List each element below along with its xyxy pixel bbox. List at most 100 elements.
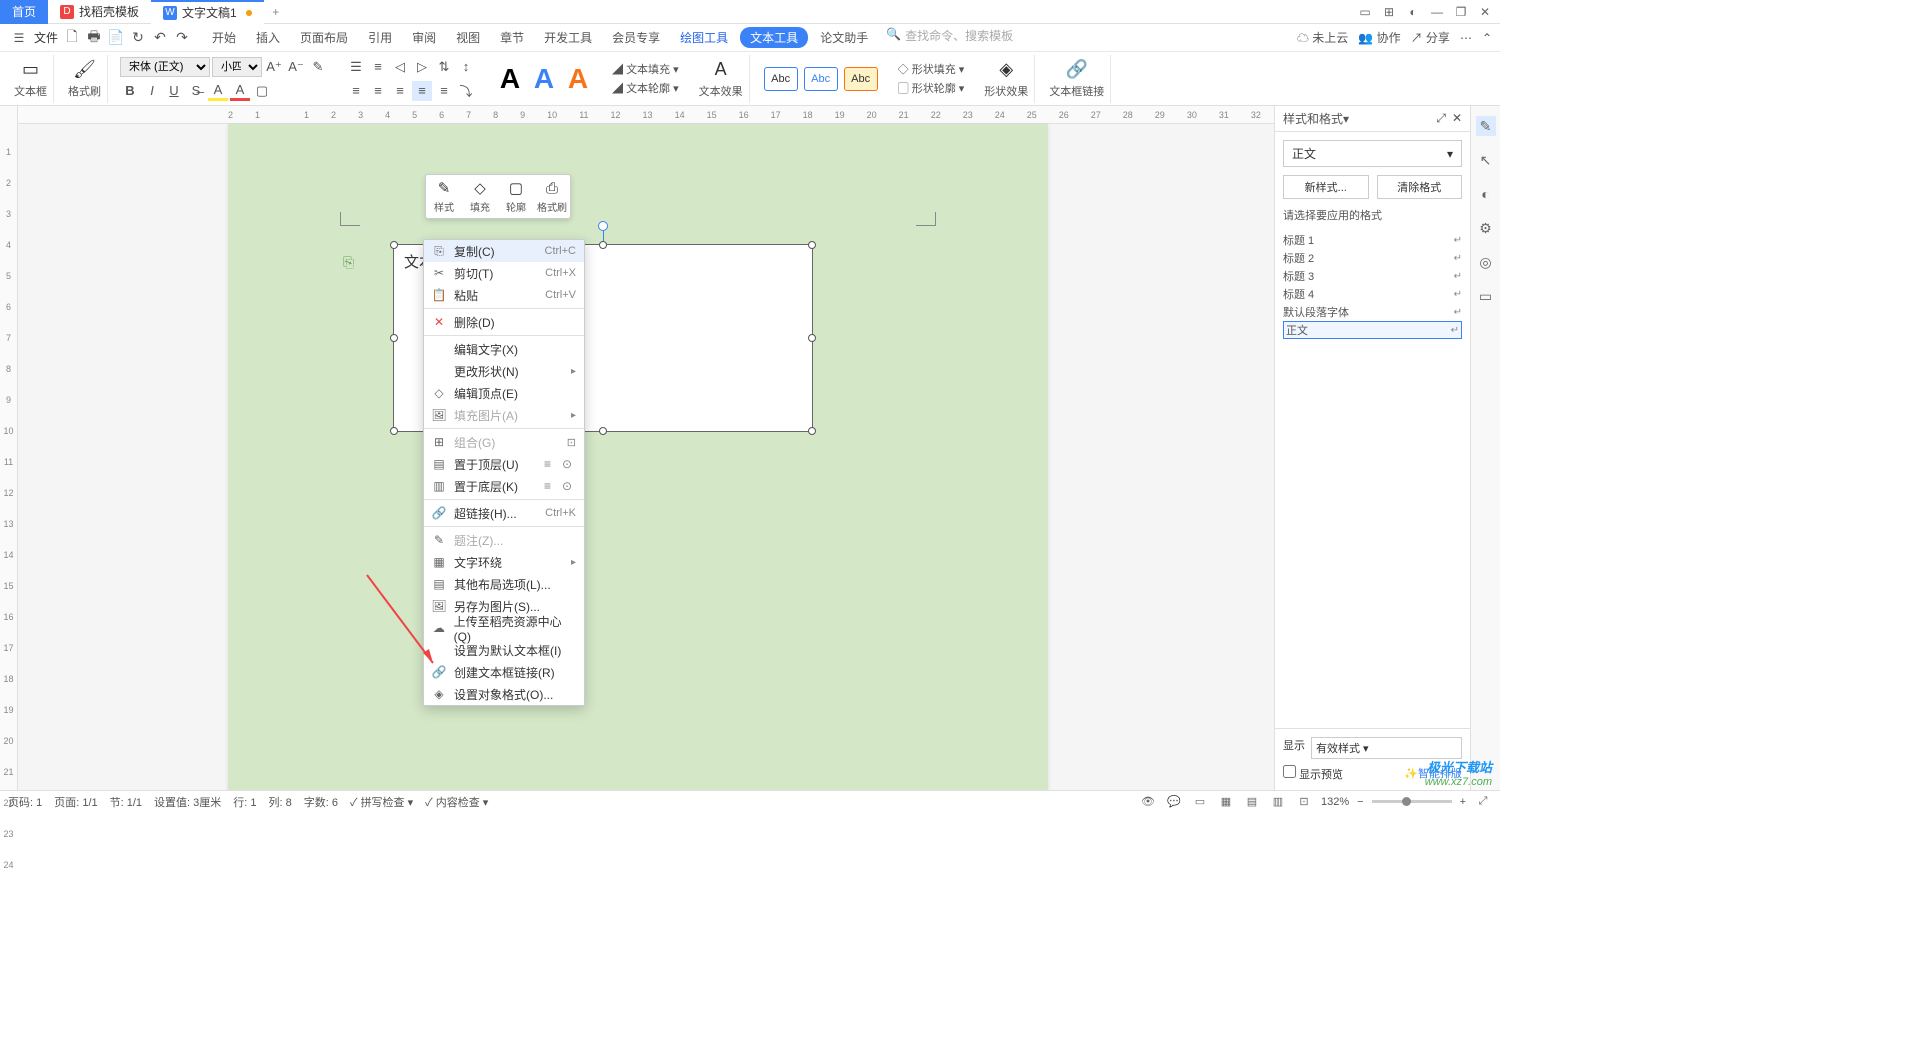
shape-outline-button[interactable]: ▢ 形状轮廓 ▾ [898, 80, 965, 96]
tab-layout[interactable]: 页面布局 [292, 27, 356, 48]
style-orange-a[interactable]: A [564, 63, 592, 95]
refresh-icon[interactable]: ↻ [128, 28, 148, 48]
handle-l[interactable] [390, 334, 398, 342]
minimize-button[interactable]: — [1426, 1, 1448, 23]
rb-target-icon[interactable]: ◎ [1476, 252, 1496, 272]
italic-button[interactable]: I [142, 81, 162, 101]
font-color-button[interactable]: A [230, 81, 250, 101]
undo-icon[interactable]: ↶ [150, 28, 170, 48]
document-area[interactable]: 2112345678910111213141516171819202122232… [18, 106, 1274, 790]
font-name-select[interactable]: 宋体 (正文) [120, 57, 210, 77]
sort-button[interactable]: ↕ [456, 57, 476, 77]
shape-fill-button[interactable]: ◇ 形状填充 ▾ [898, 61, 965, 77]
ctx-[interactable]: ▦文字环绕▸ [424, 551, 584, 573]
preview-icon[interactable]: 📄 [106, 28, 126, 48]
sb-view3-icon[interactable]: ▤ [1243, 793, 1261, 811]
numbering-button[interactable]: ≡ [368, 57, 388, 77]
ctx-R[interactable]: 🔗创建文本框链接(R) [424, 661, 584, 683]
group-textbox-link[interactable]: 🔗 文本框链接 [1043, 55, 1111, 103]
tab-reference[interactable]: 引用 [360, 27, 400, 48]
style-标题 3[interactable]: 标题 3↵ [1283, 267, 1462, 285]
tab-draw-tools[interactable]: 绘图工具 [672, 27, 736, 48]
font-size-select[interactable]: 小四 [212, 57, 262, 77]
ft-brush[interactable]: ⎙格式刷 [534, 175, 570, 218]
clear-format-icon[interactable]: ✎ [308, 57, 328, 77]
ctx-D[interactable]: ✕删除(D) [424, 311, 584, 333]
tab-review[interactable]: 审阅 [404, 27, 444, 48]
sb-view1-icon[interactable]: ▭ [1191, 793, 1209, 811]
highlight-button[interactable]: A [208, 81, 228, 101]
print-icon[interactable]: 🖶 [84, 28, 104, 48]
sb-fit-icon[interactable]: ⊡ [1295, 793, 1313, 811]
tab-template[interactable]: D 找稻壳模板 [48, 0, 151, 24]
bold-button[interactable]: B [120, 81, 140, 101]
tab-thesis[interactable]: 论文助手 [812, 27, 876, 48]
collab-button[interactable]: 👥 协作 [1358, 29, 1400, 46]
sb-zoom-in[interactable]: + [1460, 796, 1466, 808]
new-style-button[interactable]: 新样式... [1283, 175, 1369, 199]
ctx-L[interactable]: ▤其他布局选项(L)... [424, 573, 584, 595]
tab-document[interactable]: W 文字文稿1 [151, 0, 264, 24]
ctx-X[interactable]: 编辑文字(X) [424, 338, 584, 360]
ctx-[interactable]: 📋粘贴Ctrl+V [424, 284, 584, 306]
abc-preset-2[interactable]: Abc [804, 67, 838, 91]
page[interactable]: ⎘ 文本框变透明 [228, 124, 1048, 790]
distribute-button[interactable]: ≡ [434, 81, 454, 101]
handle-tl[interactable] [390, 241, 398, 249]
bullets-button[interactable]: ☰ [346, 57, 366, 77]
style-blue-a[interactable]: A [530, 63, 558, 95]
search-placeholder[interactable]: 查找命令、搜索模板 [905, 27, 1013, 48]
collapse-icon[interactable]: ⌃ [1482, 31, 1492, 45]
strike-button[interactable]: S̶ [186, 81, 206, 101]
preview-checkbox[interactable]: 显示预览 [1283, 765, 1343, 782]
ctx-O[interactable]: ◈设置对象格式(O)... [424, 683, 584, 705]
style-标题 2[interactable]: 标题 2↵ [1283, 249, 1462, 267]
rotation-handle[interactable] [598, 221, 608, 231]
rb-shape-icon[interactable]: ◐ [1476, 184, 1496, 204]
tab-text-tools[interactable]: 文本工具 [740, 27, 808, 48]
text-direction-button[interactable]: ⤵ [456, 81, 476, 101]
cloud-status[interactable]: ☁ 未上云 [1297, 29, 1348, 46]
tab-home[interactable]: 首页 [0, 0, 48, 24]
style-默认段落字体[interactable]: 默认段落字体↵ [1283, 303, 1462, 321]
ctx-Q[interactable]: ☁上传至稻壳资源中心(Q) [424, 617, 584, 639]
group-text-effect[interactable]: A 文本效果 [693, 55, 750, 103]
sb-line[interactable]: 行: 1 [233, 794, 256, 810]
dec-font-icon[interactable]: A⁻ [286, 57, 306, 77]
new-doc-icon[interactable]: 🗋 [62, 28, 82, 48]
panel-pin-icon[interactable]: ⤢ [1436, 111, 1446, 126]
handle-br[interactable] [808, 427, 816, 435]
indent-dec-button[interactable]: ◁ [390, 57, 410, 77]
tab-insert[interactable]: 插入 [248, 27, 288, 48]
inc-font-icon[interactable]: A⁺ [264, 57, 284, 77]
group-format-brush[interactable]: 🖌 格式刷 [62, 55, 108, 103]
style-正文[interactable]: 正文↵ [1283, 321, 1462, 339]
ctx-K[interactable]: ▥置于底层(K)≡⊙ [424, 475, 584, 497]
text-fill-button[interactable]: ◢ 文本填充 ▾ [612, 61, 679, 77]
abc-preset-1[interactable]: Abc [764, 67, 798, 91]
file-menu[interactable]: 文件 [34, 29, 58, 46]
handle-r[interactable] [808, 334, 816, 342]
ft-style[interactable]: ✎样式 [426, 175, 462, 218]
sb-eye-icon[interactable]: 👁 [1139, 793, 1157, 811]
rb-cursor-icon[interactable]: ↖ [1476, 150, 1496, 170]
align-justify-button[interactable]: ≡ [412, 81, 432, 101]
sb-comment-icon[interactable]: 💬 [1165, 793, 1183, 811]
ft-fill[interactable]: ◇填充 [462, 175, 498, 218]
win-grid-icon[interactable]: ⊞ [1378, 1, 1400, 23]
style-black-a[interactable]: A [496, 63, 524, 95]
current-style-select[interactable]: 正文▾ [1283, 140, 1462, 167]
bg-color-button[interactable]: ▢ [252, 81, 272, 101]
sb-spell[interactable]: ✓ 拼写检查 ▾ [350, 794, 413, 810]
group-shape-effect[interactable]: ◈ 形状效果 [978, 55, 1035, 103]
ft-outline[interactable]: ▢轮廓 [498, 175, 534, 218]
sb-zoom-value[interactable]: 132% [1321, 796, 1349, 808]
sb-col[interactable]: 列: 8 [269, 794, 292, 810]
align-left-button[interactable]: ≡ [346, 81, 366, 101]
sb-page[interactable]: 页码: 1 [8, 794, 42, 810]
text-outline-button[interactable]: ◢ 文本轮廓 ▾ [612, 80, 679, 96]
handle-tr[interactable] [808, 241, 816, 249]
more-icon[interactable]: ⋯ [1460, 31, 1472, 45]
ctx-T[interactable]: ✂剪切(T)Ctrl+X [424, 262, 584, 284]
redo-icon[interactable]: ↷ [172, 28, 192, 48]
